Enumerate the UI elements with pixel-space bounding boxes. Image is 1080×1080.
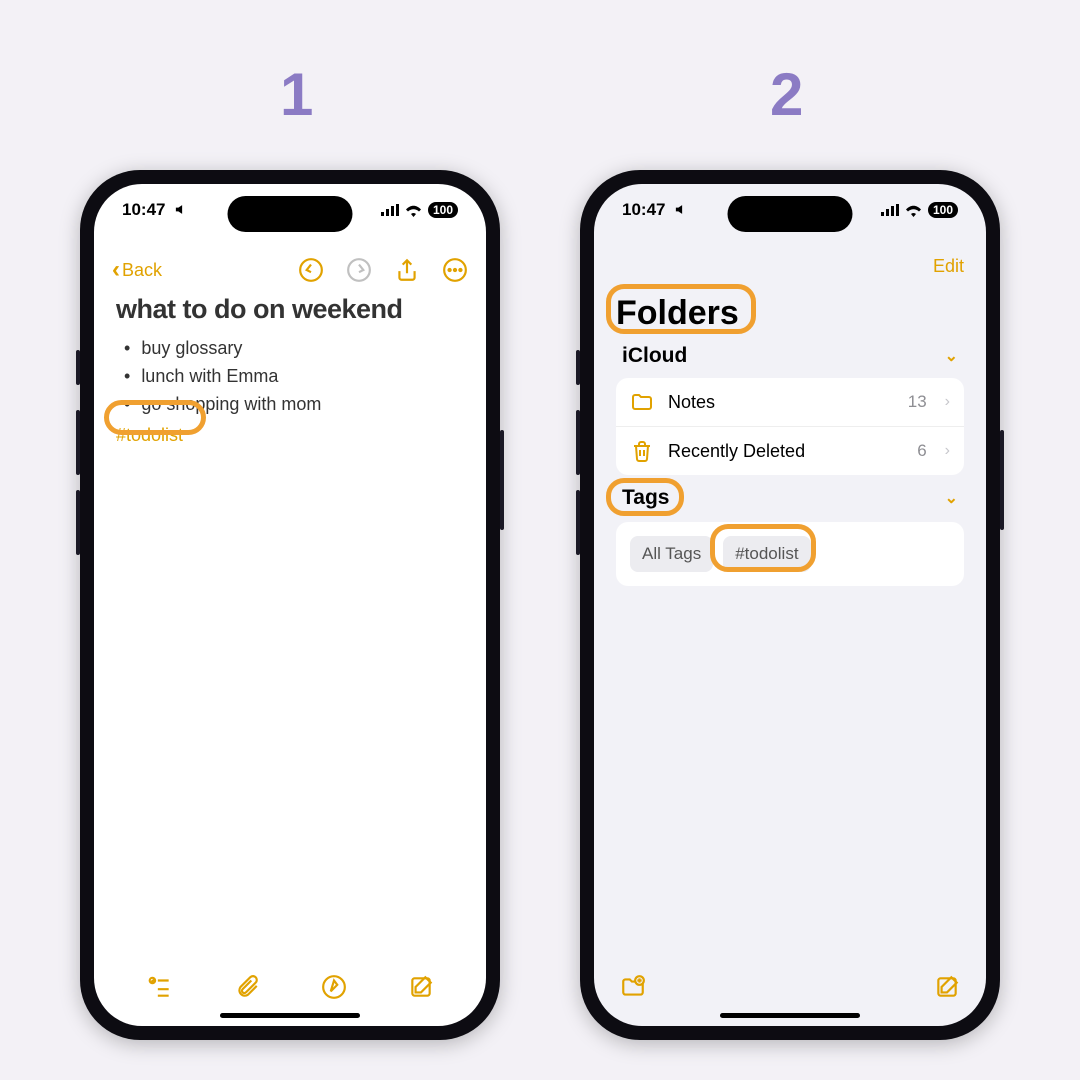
- chevron-left-icon: ‹: [112, 256, 120, 284]
- more-button[interactable]: [442, 257, 468, 283]
- folder-icon: [630, 390, 654, 414]
- silent-icon: [674, 200, 689, 219]
- tags-section-label[interactable]: Tags: [622, 486, 669, 510]
- tag-all[interactable]: All Tags: [630, 536, 713, 572]
- hashtag-tag[interactable]: #todolist: [116, 423, 183, 448]
- battery-indicator: 100: [428, 202, 458, 218]
- step-number-1: 1: [280, 60, 313, 129]
- checklist-icon[interactable]: [147, 974, 173, 1000]
- cellular-icon: [381, 204, 399, 216]
- note-bottom-toolbar: [94, 974, 486, 1000]
- status-bar: 10:47 100: [94, 200, 486, 220]
- chevron-right-icon: ›: [945, 442, 950, 460]
- edit-button[interactable]: Edit: [933, 256, 964, 277]
- folder-list: Notes 13 › Recently Deleted 6 ›: [616, 378, 964, 475]
- bullet-item: lunch with Emma: [124, 363, 464, 391]
- tag-todolist[interactable]: #todolist: [723, 536, 810, 572]
- step-number-2: 2: [770, 60, 803, 129]
- note-toolbar: ‹ Back: [94, 248, 486, 292]
- trash-icon: [630, 439, 654, 463]
- home-indicator[interactable]: [720, 1013, 860, 1018]
- compose-icon[interactable]: [408, 974, 434, 1000]
- attachment-icon[interactable]: [234, 974, 260, 1000]
- compose-icon[interactable]: [934, 974, 960, 1000]
- share-button[interactable]: [394, 257, 420, 283]
- wifi-icon: [905, 204, 922, 217]
- phone-2: 10:47 100 Edit Folders: [580, 170, 1000, 1040]
- status-time: 10:47: [122, 200, 189, 220]
- chevron-right-icon: ›: [945, 393, 950, 411]
- icloud-section-label[interactable]: iCloud: [622, 344, 687, 368]
- redo-button[interactable]: [346, 257, 372, 283]
- folder-notes[interactable]: Notes 13 ›: [616, 378, 964, 426]
- folders-title: Folders: [616, 294, 739, 333]
- silent-icon: [174, 200, 189, 219]
- folders-bottom-toolbar: [594, 974, 986, 1000]
- chevron-down-icon[interactable]: ⌄: [945, 346, 958, 366]
- bullet-item: go shopping with mom: [124, 391, 464, 419]
- chevron-down-icon[interactable]: ⌄: [945, 488, 958, 508]
- tags-list: All Tags #todolist: [616, 522, 964, 586]
- battery-indicator: 100: [928, 202, 958, 218]
- cellular-icon: [881, 204, 899, 216]
- wifi-icon: [405, 204, 422, 217]
- status-bar: 10:47 100: [594, 200, 986, 220]
- note-title: what to do on weekend: [116, 294, 464, 325]
- draw-icon[interactable]: [321, 974, 347, 1000]
- phone-1: 10:47 100 ‹ Ba: [80, 170, 500, 1040]
- home-indicator[interactable]: [220, 1013, 360, 1018]
- back-button[interactable]: ‹ Back: [112, 256, 162, 284]
- folder-recently-deleted[interactable]: Recently Deleted 6 ›: [616, 426, 964, 475]
- undo-button[interactable]: [298, 257, 324, 283]
- bullet-item: buy glossary: [124, 335, 464, 363]
- note-body[interactable]: what to do on weekend buy glossary lunch…: [116, 294, 464, 448]
- new-folder-icon[interactable]: [620, 974, 646, 1000]
- status-time: 10:47: [622, 200, 689, 220]
